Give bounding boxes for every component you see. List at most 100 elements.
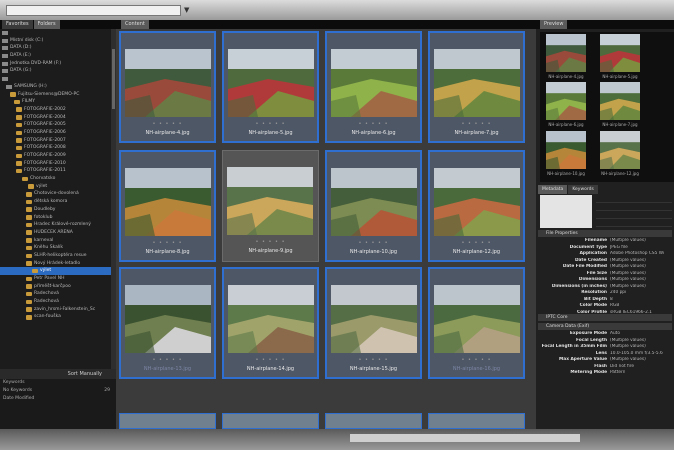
tree-item[interactable]: Fujitsu-Siemens@DEMO-PC [0, 91, 116, 99]
tree-item[interactable]: SAMSUNG (H:) [0, 83, 116, 91]
tree-item[interactable] [0, 75, 116, 83]
tree-item[interactable]: Hradec Králové-rozmlený [0, 221, 116, 229]
property-key: Focal Length in 35mm Film [541, 344, 607, 349]
preview-image[interactable] [546, 131, 586, 169]
sort-control[interactable]: Sort Manually [0, 369, 116, 379]
rating-dots[interactable]: • • • • • [223, 239, 318, 245]
thumbnail-card[interactable]: • • • • • NH-airplane-13.jpg [119, 267, 216, 379]
rating-dots[interactable]: • • • • • [430, 357, 523, 363]
tab-keywords[interactable]: Keywords [568, 185, 598, 194]
thumbnail-card[interactable]: • • • • • NH-airplane-15.jpg [325, 267, 422, 379]
tab-favorites[interactable]: Favorites [2, 20, 33, 29]
thumbnail-card[interactable]: • • • • • NH-airplane-4.jpg [119, 31, 216, 143]
chevron-down-icon[interactable]: ▼ [184, 6, 189, 14]
tree-item[interactable]: dětská komora [0, 198, 116, 206]
tree-item[interactable]: FILMY [0, 98, 116, 106]
tree-item[interactable]: FOTOGRAFIE-2005 [0, 121, 116, 129]
tree-item[interactable]: DATA (G:) [0, 67, 116, 75]
filter-row[interactable] [0, 403, 116, 411]
tab-content[interactable]: Content [121, 20, 149, 29]
property-key: Dimensions (in inches) [551, 283, 607, 289]
tree-item[interactable]: DATA (E:) [0, 52, 116, 60]
tree-item[interactable]: FOTOGRAFIE-2002 [0, 106, 116, 114]
thumbnail-card[interactable]: • • • • • NH-airplane-16.jpg [428, 267, 525, 379]
property-value: (Multiple values) [610, 337, 646, 343]
tree-item-label: Hradec Králové-rozmlený [34, 222, 91, 228]
tree-item[interactable]: FOTOGRAFIE-2008 [0, 144, 116, 152]
thumbnail-label: NH-airplane-7.jpg [454, 130, 499, 136]
tree-item[interactable]: Chorvatsko [0, 175, 116, 183]
tree-item[interactable]: FOTOGRAFIE-2004 [0, 114, 116, 122]
tree-item[interactable]: Místní disk (C:) [0, 37, 116, 45]
scroll-thumb[interactable] [112, 49, 115, 109]
tree-item[interactable]: DATA (D:) [0, 44, 116, 52]
rating-dots[interactable]: • • • • • [224, 357, 317, 363]
property-key: Date Created [574, 257, 607, 263]
property-value: RGB [610, 303, 620, 308]
rating-dots[interactable]: • • • • • [121, 357, 214, 363]
thumbnail-card[interactable]: • • • • • NH-airplane-12.jpg [428, 150, 525, 262]
tree-item[interactable]: příměšť-karčpoo [0, 283, 116, 291]
thumbnail-card[interactable]: • • • • • NH-airplane-10.jpg [325, 150, 422, 262]
filter-row[interactable]: Date Modified [0, 395, 116, 403]
thumbnail-card[interactable]: • • • • • NH-airplane-7.jpg [428, 31, 525, 143]
tab-folders[interactable]: Folders [33, 20, 60, 29]
property-value: (Multiple values) [610, 283, 646, 289]
tree-item[interactable]: Radechová [0, 298, 116, 306]
thumbnail-card[interactable]: • • • • • NH-airplane-6.jpg [325, 31, 422, 143]
tree-item[interactable]: Kněhu Skalík [0, 244, 116, 252]
thumbnail-card[interactable]: • • • • • NH-airplane-8.jpg [119, 150, 216, 262]
tree-item[interactable]: Doudleby [0, 206, 116, 214]
tree-item[interactable]: Jednotka DVD-RAM (F:) [0, 60, 116, 68]
section-file-properties[interactable]: File Properties [538, 230, 672, 237]
rating-dots[interactable]: • • • • • [121, 121, 214, 127]
tree-item[interactable]: FOTOGRAFIE-2010 [0, 160, 116, 168]
tree-item[interactable]: výlet [0, 267, 116, 275]
tree-item[interactable]: Nový Hrádek-letadlo [0, 260, 116, 268]
tree-item[interactable]: HUDECEK ARENA [0, 229, 116, 237]
preview-image[interactable] [600, 34, 640, 72]
thumbnail-card[interactable] [222, 413, 319, 429]
rating-dots[interactable]: • • • • • [121, 240, 214, 246]
filter-row[interactable]: Keywords [0, 379, 116, 387]
preview-image[interactable] [600, 82, 640, 120]
tree-item[interactable]: scan-fouška [0, 313, 116, 321]
preview-image[interactable] [600, 131, 640, 169]
thumbnail-card[interactable] [325, 413, 422, 429]
rating-dots[interactable]: • • • • • [327, 357, 420, 363]
tree-item[interactable]: Petr Pavel NH [0, 275, 116, 283]
rating-dots[interactable]: • • • • • [430, 240, 523, 246]
left-tabs: Favorites Folders [2, 20, 61, 29]
tree-item[interactable]: FOTOGRAFIE-2009 [0, 152, 116, 160]
filter-row[interactable]: No Keywords 29 [0, 387, 116, 395]
tree-item[interactable]: Radechová [0, 290, 116, 298]
tree-item[interactable]: Chotovice-dovolená [0, 190, 116, 198]
tree-item[interactable]: fotoklub [0, 214, 116, 222]
tree-item[interactable]: FOTOGRAFIE-2011 [0, 167, 116, 175]
rating-dots[interactable]: • • • • • [224, 121, 317, 127]
tree-item[interactable]: zavin_hrsmi-Falkenstein_Sc [0, 306, 116, 314]
path-field[interactable] [6, 4, 181, 16]
thumbnail-label: NH-airplane-16.jpg [452, 366, 501, 372]
thumbnail-card[interactable]: • • • • • NH-airplane-5.jpg [222, 31, 319, 143]
thumbnail-image [434, 168, 520, 236]
tree-item[interactable]: FOTOGRAFIE-2007 [0, 137, 116, 145]
tree-item[interactable]: karneval [0, 237, 116, 245]
section-camera-data[interactable]: Camera Data (Exif) [538, 323, 672, 330]
tab-metadata[interactable]: Metadata [538, 185, 568, 194]
rating-dots[interactable]: • • • • • [327, 121, 420, 127]
tree-item[interactable]: SLHR-helikoptéra resue [0, 252, 116, 260]
thumbnail-card[interactable] [428, 413, 525, 429]
tree-item[interactable]: FOTOGRAFIE-2006 [0, 129, 116, 137]
thumbnail-card[interactable]: • • • • • NH-airplane-14.jpg [222, 267, 319, 379]
tree-item[interactable] [0, 29, 116, 37]
rating-dots[interactable]: • • • • • [327, 240, 420, 246]
preview-image[interactable] [546, 34, 586, 72]
rating-dots[interactable]: • • • • • [430, 121, 523, 127]
tree-item[interactable]: výlet [0, 183, 116, 191]
tab-preview[interactable]: Preview [540, 20, 568, 29]
thumbnail-card[interactable] [119, 413, 216, 429]
thumbnail-card[interactable]: • • • • • NH-airplane-9.jpg [222, 150, 319, 262]
section-iptc-core[interactable]: IPTC Core [538, 314, 672, 321]
preview-image[interactable] [546, 82, 586, 120]
